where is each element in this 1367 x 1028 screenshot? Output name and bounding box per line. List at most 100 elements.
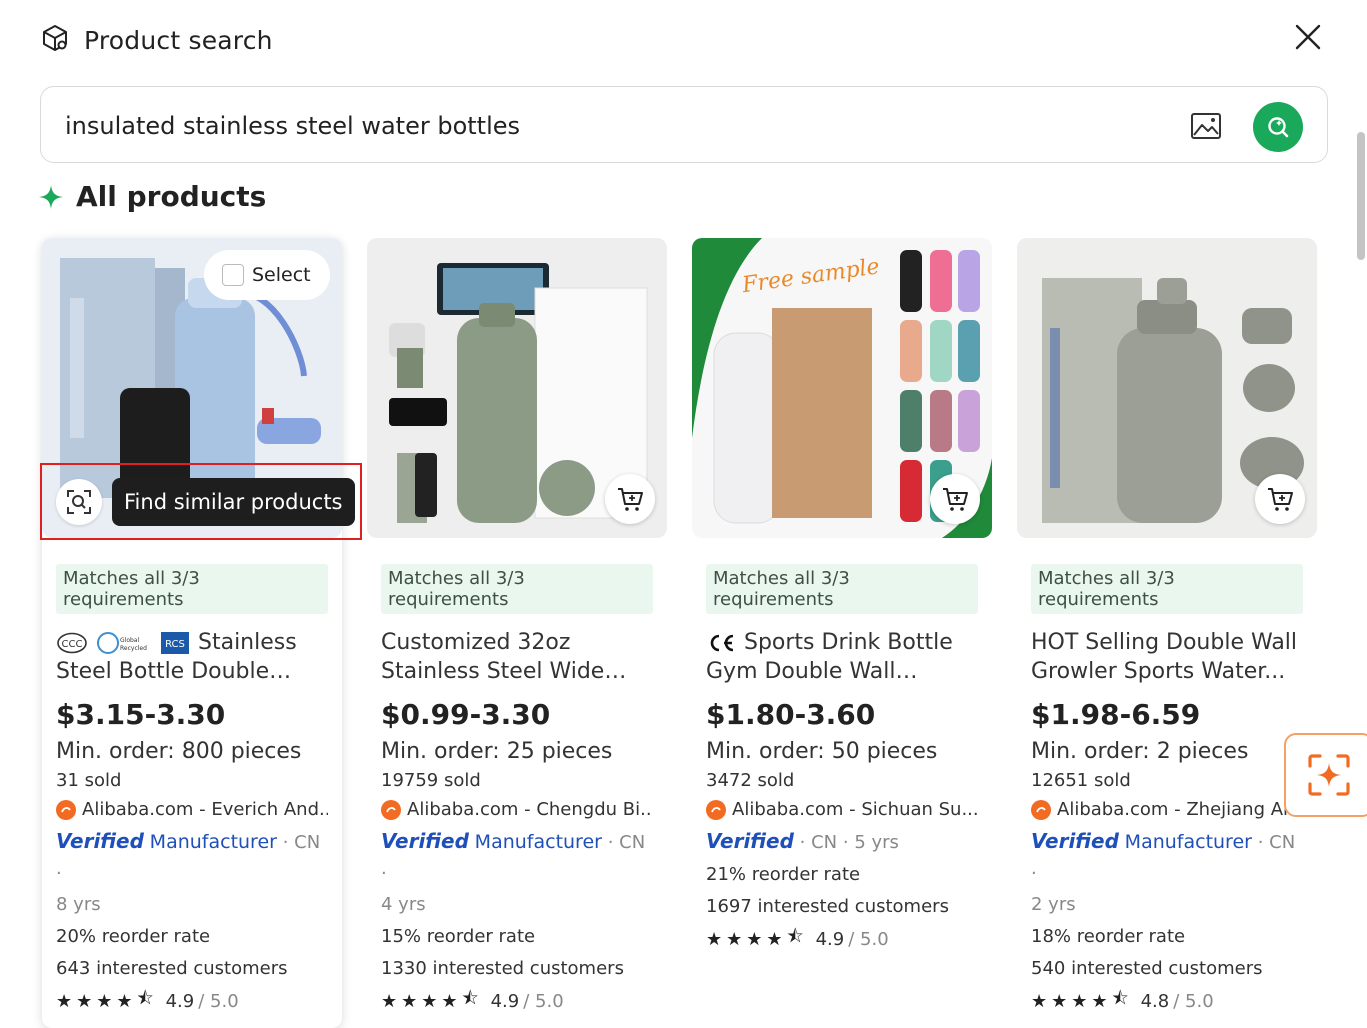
- supplier-meta: Verified · CN · 5 yrs: [706, 826, 978, 858]
- supplier-name: Alibaba.com - Everich And...: [82, 799, 328, 820]
- price: $0.99-3.30: [381, 698, 551, 731]
- reorder-rate: 21% reorder rate: [706, 864, 861, 885]
- star-icon: ★: [76, 990, 93, 1012]
- cart-add-icon: [1268, 488, 1293, 511]
- supplier-name: Alibaba.com - Sichuan Su...: [732, 799, 978, 820]
- product-card[interactable]: Select Matches all 3/3 requirements CCC …: [42, 238, 342, 1028]
- verified-badge: Verified: [1031, 829, 1119, 853]
- rating-score: 4.8: [1140, 990, 1170, 1012]
- sold-count: 19759 sold: [381, 770, 481, 791]
- close-icon[interactable]: [1293, 22, 1323, 52]
- star-icon: ★: [401, 990, 418, 1012]
- min-order: Min. order: 800 pieces: [56, 739, 302, 764]
- rating-score: 4.9: [815, 928, 845, 950]
- sold-count: 12651 sold: [1031, 770, 1131, 791]
- supplier-link[interactable]: Alibaba.com - Sichuan Su...: [706, 799, 978, 820]
- product-card[interactable]: Free sample Matches all 3/3 requirements…: [692, 238, 992, 954]
- product-title[interactable]: CCC Global Recycled RCS Stainless Steel B…: [56, 628, 328, 686]
- supplier-meta: Verified Manufacturer · CN · 2 yrs: [1031, 826, 1303, 920]
- half-star-icon: ⯪: [461, 988, 479, 1009]
- star-icon: ★: [116, 990, 133, 1012]
- star-icon: ★: [726, 928, 743, 950]
- country-meta: · CN · 5 yrs: [799, 832, 899, 853]
- product-title[interactable]: Customized 32oz Stainless Steel Wide Mou…: [381, 628, 653, 686]
- alibaba-icon: [1031, 799, 1051, 820]
- ai-lens-button[interactable]: [1284, 733, 1367, 817]
- section-title: All products: [76, 180, 267, 213]
- product-image[interactable]: Free sample: [692, 238, 992, 538]
- star-icon: ★: [381, 990, 398, 1012]
- ai-lens-icon: [1308, 754, 1350, 796]
- sold-count: 3472 sold: [706, 770, 795, 791]
- rcs-cert-icon: RCS: [161, 632, 189, 654]
- years-in-business: 4 yrs: [381, 894, 426, 915]
- star-icon: ★: [441, 990, 458, 1012]
- select-label: Select: [252, 264, 311, 286]
- certification-badges: [706, 632, 736, 654]
- star-icon: ★: [766, 928, 783, 950]
- ai-search-button[interactable]: [1253, 102, 1303, 152]
- manufacturer-label: Manufacturer: [149, 831, 277, 853]
- verified-badge: Verified: [381, 829, 469, 853]
- price: $3.15-3.30: [56, 698, 226, 731]
- rating-max: / 5.0: [848, 928, 889, 950]
- rating-max: / 5.0: [1173, 990, 1214, 1012]
- add-to-cart-button[interactable]: [1255, 474, 1305, 524]
- product-card[interactable]: Matches all 3/3 requirements HOT Selling…: [1017, 238, 1317, 1016]
- verified-badge: Verified: [56, 829, 144, 853]
- star-icon: ★: [706, 928, 723, 950]
- svg-text:RCS: RCS: [165, 639, 185, 650]
- star-icon: ★: [96, 990, 113, 1012]
- manufacturer-label: Manufacturer: [1124, 831, 1252, 853]
- search-input[interactable]: [63, 105, 1147, 147]
- modal-title: Product search: [84, 25, 273, 55]
- certification-badges: CCC Global Recycled RCS: [56, 631, 190, 655]
- rating: ★ ★ ★ ★ ⯪ 4.8 / 5.0: [1031, 986, 1303, 1016]
- reorder-rate: 18% reorder rate: [1031, 926, 1186, 947]
- star-icon: ★: [1051, 990, 1068, 1012]
- find-similar-icon[interactable]: [56, 479, 102, 525]
- alibaba-icon: [706, 799, 726, 820]
- rating-max: / 5.0: [523, 990, 564, 1012]
- min-order: Min. order: 25 pieces: [381, 739, 613, 764]
- manufacturer-label: Manufacturer: [474, 831, 602, 853]
- price: $1.80-3.60: [706, 698, 876, 731]
- grs-cert-icon: GlobalRecycled: [97, 632, 147, 654]
- alibaba-icon: [56, 799, 76, 820]
- rating-max: / 5.0: [198, 990, 239, 1012]
- half-star-icon: ⯪: [136, 988, 154, 1009]
- svg-text:CCC: CCC: [62, 639, 83, 650]
- add-to-cart-button[interactable]: [930, 474, 980, 524]
- image-search-icon[interactable]: [1189, 109, 1223, 143]
- rating: ★ ★ ★ ★ ⯪ 4.9 / 5.0: [706, 924, 978, 954]
- star-icon: ★: [1031, 990, 1048, 1012]
- supplier-link[interactable]: Alibaba.com - Chengdu Bi...: [381, 799, 653, 820]
- product-title[interactable]: HOT Selling Double Wall Growler Sports W…: [1031, 628, 1303, 686]
- scrollbar[interactable]: [1357, 132, 1365, 260]
- select-checkbox[interactable]: Select: [204, 250, 330, 300]
- product-title[interactable]: Sports Drink Bottle Gym Double Wall Vacu…: [706, 628, 978, 686]
- add-to-cart-button[interactable]: [605, 474, 655, 524]
- half-star-icon: ⯪: [786, 926, 804, 947]
- match-badge: Matches all 3/3 requirements: [381, 564, 653, 614]
- star-icon: ★: [421, 990, 438, 1012]
- search-box: [40, 86, 1328, 163]
- product-card[interactable]: Matches all 3/3 requirements Customized …: [367, 238, 667, 1016]
- reorder-rate: 20% reorder rate: [56, 926, 211, 947]
- ai-search-icon: [1268, 117, 1289, 138]
- supplier-link[interactable]: Alibaba.com - Zhejiang An: [1031, 799, 1303, 820]
- supplier-meta: Verified Manufacturer · CN · 4 yrs: [381, 826, 653, 920]
- supplier-link[interactable]: Alibaba.com - Everich And...: [56, 799, 328, 820]
- verified-badge: Verified: [706, 829, 794, 853]
- product-image[interactable]: [367, 238, 667, 538]
- reorder-rate: 15% reorder rate: [381, 926, 536, 947]
- find-similar-button[interactable]: Find similar products: [112, 478, 355, 526]
- star-icon: ★: [746, 928, 763, 950]
- ccc-cert-icon: CCC: [57, 632, 87, 654]
- product-image[interactable]: [1017, 238, 1317, 538]
- svg-text:Recycled: Recycled: [120, 645, 147, 652]
- match-badge: Matches all 3/3 requirements: [1031, 564, 1303, 614]
- find-similar-highlight: Find similar products: [40, 463, 362, 540]
- checkbox-box[interactable]: [222, 264, 244, 286]
- match-badge: Matches all 3/3 requirements: [706, 564, 978, 614]
